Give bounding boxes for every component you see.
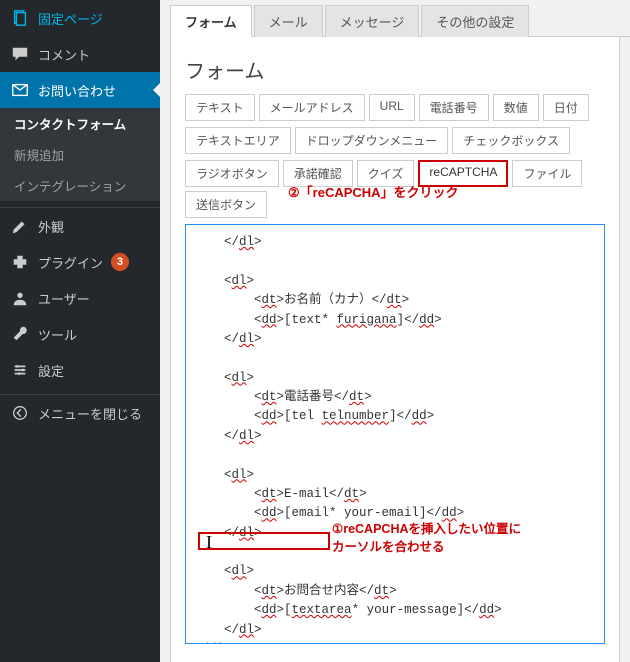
- user-icon: [10, 288, 30, 308]
- tab-mail[interactable]: メール: [254, 5, 323, 37]
- collapse-icon: [10, 403, 30, 423]
- brush-icon: [10, 216, 30, 236]
- panel-title: フォーム: [185, 55, 605, 84]
- sidebar-sub-integration[interactable]: インテグレーション: [0, 170, 160, 201]
- settings-tabs: フォーム メール メッセージ その他の設定: [170, 4, 630, 37]
- tag-btn-url[interactable]: URL: [369, 94, 415, 121]
- tag-btn-ラジオボタン[interactable]: ラジオボタン: [185, 160, 279, 187]
- sidebar-sub-contact-form[interactable]: コンタクトフォーム: [0, 108, 160, 139]
- sidebar-item-contact[interactable]: お問い合わせ: [0, 72, 160, 108]
- sidebar-item-plugins[interactable]: プラグイン 3: [0, 244, 160, 280]
- sidebar-item-users[interactable]: ユーザー: [0, 280, 160, 316]
- tag-btn-テキストエリア[interactable]: テキストエリア: [185, 127, 291, 154]
- tag-btn-チェックボックス[interactable]: チェックボックス: [452, 127, 570, 154]
- sidebar-label: プラグイン: [38, 253, 103, 272]
- tab-other[interactable]: その他の設定: [421, 5, 529, 37]
- sidebar-label: ユーザー: [38, 289, 90, 308]
- sidebar-item-comments[interactable]: コメント: [0, 36, 160, 72]
- sidebar-item-appearance[interactable]: 外観: [0, 208, 160, 244]
- tab-form[interactable]: フォーム: [170, 5, 252, 37]
- form-panel: フォーム テキストメールアドレスURL電話番号数値日付テキストエリアドロップダウ…: [170, 37, 620, 662]
- tag-btn-クイズ[interactable]: クイズ: [357, 160, 415, 187]
- plugin-icon: [10, 252, 30, 272]
- tab-messages[interactable]: メッセージ: [325, 5, 420, 37]
- tag-btn-数値[interactable]: 数値: [493, 94, 539, 121]
- sidebar-submenu: コンタクトフォーム 新規追加 インテグレーション: [0, 108, 160, 201]
- sidebar-label: 外観: [38, 217, 64, 236]
- tag-btn-ドロップダウンメニュー[interactable]: ドロップダウンメニュー: [295, 127, 449, 154]
- sidebar-label: お問い合わせ: [38, 81, 116, 100]
- tag-btn-送信ボタン[interactable]: 送信ボタン: [185, 191, 267, 218]
- sidebar-label: 固定ページ: [38, 9, 103, 28]
- update-badge: 3: [111, 253, 129, 271]
- main-content: フォーム メール メッセージ その他の設定 フォーム テキストメールアドレスUR…: [160, 0, 630, 662]
- sidebar-item-tools[interactable]: ツール: [0, 316, 160, 352]
- admin-sidebar: 固定ページ コメント お問い合わせ コンタクトフォーム 新規追加 インテグレーシ…: [0, 0, 160, 662]
- page-icon: [10, 8, 30, 28]
- sidebar-label: 設定: [38, 361, 64, 380]
- tag-generator: テキストメールアドレスURL電話番号数値日付テキストエリアドロップダウンメニュー…: [185, 94, 605, 218]
- wrench-icon: [10, 324, 30, 344]
- sidebar-item-settings[interactable]: 設定: [0, 352, 160, 388]
- sidebar-label: メニューを閉じる: [38, 404, 142, 423]
- tag-btn-承諾確認[interactable]: 承諾確認: [283, 160, 353, 187]
- tag-btn-電話番号[interactable]: 電話番号: [419, 94, 489, 121]
- tag-btn-日付[interactable]: 日付: [543, 94, 589, 121]
- mail-icon: [10, 80, 30, 100]
- tag-btn-テキスト[interactable]: テキスト: [185, 94, 255, 121]
- sidebar-item-collapse[interactable]: メニューを閉じる: [0, 395, 160, 431]
- sidebar-sub-add-new[interactable]: 新規追加: [0, 139, 160, 170]
- sidebar-label: ツール: [38, 325, 77, 344]
- sidebar-item-pages[interactable]: 固定ページ: [0, 0, 160, 36]
- tag-btn-メールアドレス[interactable]: メールアドレス: [259, 94, 365, 121]
- tag-btn-ファイル[interactable]: ファイル: [512, 160, 582, 187]
- settings-icon: [10, 360, 30, 380]
- tag-btn-recaptcha[interactable]: reCAPTCHA: [418, 160, 508, 187]
- sidebar-label: コメント: [38, 45, 90, 64]
- comment-icon: [10, 44, 30, 64]
- form-editor-textarea[interactable]: </dl> <dl> <dt>お名前（カナ）</dt> <dd>[text* f…: [185, 224, 605, 644]
